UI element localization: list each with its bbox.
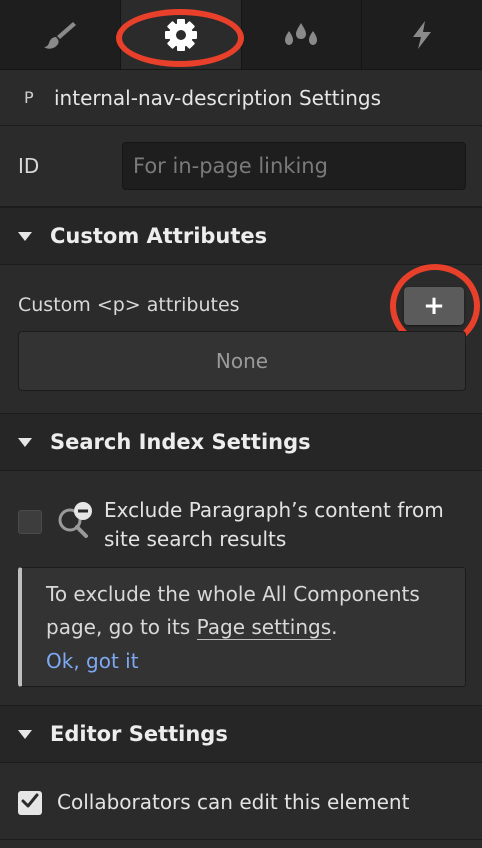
section-search-index-title: Search Index Settings bbox=[50, 430, 311, 454]
search-info-text-after: . bbox=[331, 615, 338, 639]
add-attribute-button[interactable]: + bbox=[404, 287, 464, 325]
tab-style[interactable] bbox=[0, 0, 121, 69]
section-custom-attributes-toggle[interactable]: Custom Attributes bbox=[0, 207, 482, 265]
caret-down-icon bbox=[18, 729, 32, 739]
section-editor-settings-toggle[interactable]: Editor Settings bbox=[0, 705, 482, 763]
id-label: ID bbox=[18, 154, 40, 178]
search-info-callout: To exclude the whole All Components page… bbox=[18, 567, 466, 687]
id-field-row: ID bbox=[0, 127, 482, 207]
checkmark-icon bbox=[21, 793, 39, 813]
search-info-text: To exclude the whole All Components page… bbox=[46, 578, 456, 644]
section-editor-settings-title: Editor Settings bbox=[50, 722, 228, 746]
panel-tabs bbox=[0, 0, 482, 70]
element-settings-header: P internal-nav-description Settings bbox=[0, 70, 482, 126]
attributes-empty-box: None bbox=[18, 331, 466, 391]
brush-icon bbox=[43, 20, 77, 50]
collaborators-edit-checkbox[interactable] bbox=[18, 791, 42, 815]
divider bbox=[0, 839, 482, 840]
search-exclude-icon bbox=[56, 500, 96, 544]
dismiss-info-link[interactable]: Ok, got it bbox=[46, 649, 139, 673]
section-custom-attributes-title: Custom Attributes bbox=[50, 224, 268, 248]
collaborators-edit-label: Collaborators can edit this element bbox=[57, 790, 410, 814]
caret-down-icon bbox=[18, 437, 32, 447]
attributes-empty-text: None bbox=[215, 349, 269, 373]
lightning-icon bbox=[410, 20, 434, 50]
drops-icon bbox=[281, 22, 321, 48]
exclude-search-checkbox[interactable] bbox=[18, 510, 42, 534]
id-input[interactable] bbox=[122, 142, 466, 190]
tab-interactions-colors[interactable] bbox=[242, 0, 363, 69]
element-settings-title: internal-nav-description Settings bbox=[54, 85, 381, 110]
section-search-index-toggle[interactable]: Search Index Settings bbox=[0, 413, 482, 471]
tab-settings[interactable] bbox=[120, 0, 242, 69]
page-settings-link[interactable]: Page settings bbox=[196, 615, 332, 640]
paragraph-tag-icon: P bbox=[24, 88, 34, 107]
tab-interactions[interactable] bbox=[362, 0, 482, 69]
caret-down-icon bbox=[18, 231, 32, 241]
custom-attributes-label: Custom <p> attributes bbox=[18, 294, 240, 316]
exclude-search-label: Exclude Paragraph’s content from site se… bbox=[104, 498, 444, 551]
gear-icon bbox=[163, 17, 199, 53]
